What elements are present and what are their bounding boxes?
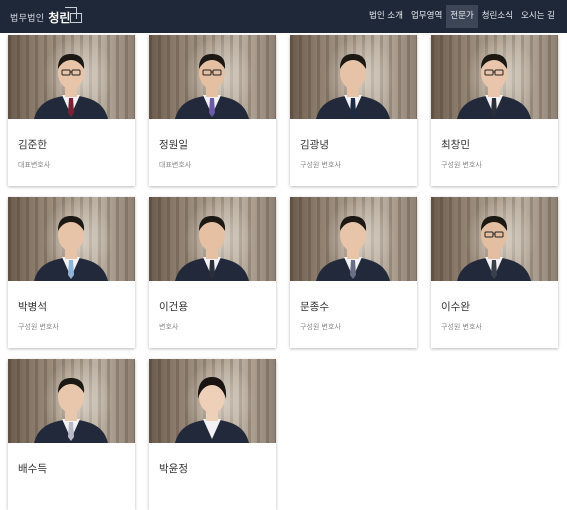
portrait-figure [34,216,108,281]
lawyer-name: 배수득 [18,463,47,475]
lawyer-name: 김준한 [18,139,47,151]
lawyer-photo [8,359,135,443]
portrait-figure [175,216,249,281]
lawyer-card[interactable]: 정원일대표변호사 [149,35,276,186]
lawyer-photo [431,197,558,281]
portrait-figure [316,54,390,119]
lawyer-photo [290,35,417,119]
portrait-figure [175,377,249,443]
lawyer-role: 구성원 변호사 [18,323,59,331]
lawyer-card[interactable]: 배수득 [8,359,135,510]
lawyer-card[interactable]: 박병석구성원 변호사 [8,197,135,348]
lawyer-card[interactable]: 문종수구성원 변호사 [290,197,417,348]
portrait-figure [175,54,249,119]
logo-mark-inner-icon [70,13,82,23]
main-menu: 법인 소개 업무영역 전문가 청린소식 오시는 길 [365,5,559,28]
lawyer-name: 정원일 [159,139,188,151]
lawyer-role: 구성원 변호사 [300,161,341,169]
menu-item-news[interactable]: 청린소식 [478,5,517,28]
lawyer-photo [290,197,417,281]
logo[interactable]: 법무법인 청린 [10,7,82,27]
lawyer-name: 박윤정 [159,463,188,475]
lawyer-photo [431,35,558,119]
lawyer-card[interactable]: 이건용변호사 [149,197,276,348]
top-navbar: 법무법인 청린 법인 소개 업무영역 전문가 청린소식 오시는 길 [0,0,567,33]
portrait-figure [457,216,531,281]
lawyer-card[interactable]: 최창민구성원 변호사 [431,35,558,186]
lawyer-name: 최창민 [441,139,470,151]
lawyer-role: 구성원 변호사 [441,161,482,169]
lawyer-role: 구성원 변호사 [300,323,341,331]
portrait-figure [34,378,108,443]
lawyer-card[interactable]: 박윤정 [149,359,276,510]
lawyer-role: 대표변호사 [18,161,51,169]
lawyer-photo [149,197,276,281]
menu-item-location[interactable]: 오시는 길 [517,5,559,28]
lawyer-photo [8,35,135,119]
lawyer-card[interactable]: 김광녕구성원 변호사 [290,35,417,186]
lawyer-photo [8,197,135,281]
logo-subtitle: 법무법인 [10,13,45,24]
lawyer-photo [149,359,276,443]
lawyer-name: 문종수 [300,301,329,313]
portrait-figure [457,54,531,119]
portrait-figure [34,54,108,119]
lawyer-name: 박병석 [18,301,47,313]
lawyer-role: 대표변호사 [159,161,192,169]
menu-item-experts[interactable]: 전문가 [446,5,478,28]
lawyer-name: 김광녕 [300,139,329,151]
lawyer-role: 구성원 변호사 [441,323,482,331]
menu-item-about[interactable]: 법인 소개 [365,5,407,28]
lawyer-card[interactable]: 이수완구성원 변호사 [431,197,558,348]
lawyer-name: 이건용 [159,301,188,313]
lawyer-name: 이수완 [441,301,470,313]
lawyer-card[interactable]: 김준한대표변호사 [8,35,135,186]
lawyer-role: 변호사 [159,323,179,331]
portrait-figure [316,216,390,281]
menu-item-practice[interactable]: 업무영역 [407,5,446,28]
lawyer-photo [149,35,276,119]
